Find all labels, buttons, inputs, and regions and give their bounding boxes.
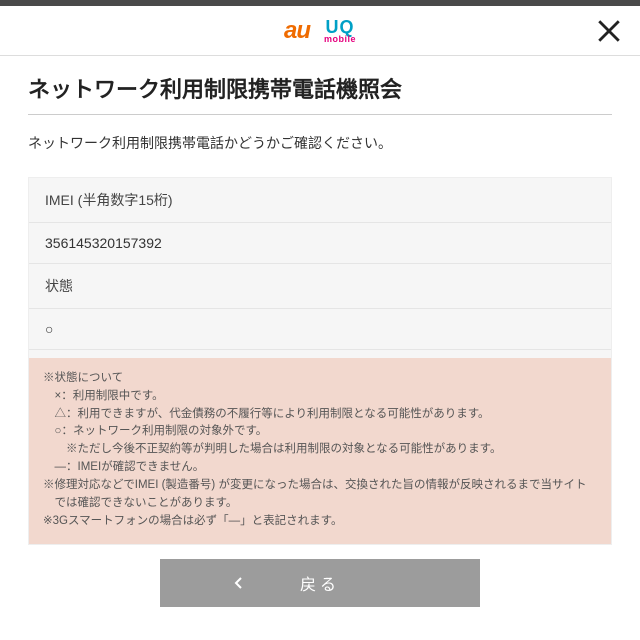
back-button-label: 戻る xyxy=(300,571,340,595)
notice-triangle: △：利用できますが、代金債務の不履行等により利用制限となる可能性があります。 xyxy=(43,406,597,424)
imei-value: 356145320157392 xyxy=(29,223,611,264)
notice-head: ※状態について xyxy=(43,370,597,388)
header: au UQ mobile xyxy=(0,6,640,56)
notice-3g: ※3Gスマートフォンの場合は必ず「―」と表記されます。 xyxy=(43,513,597,531)
logo-group: au UQ mobile xyxy=(284,17,356,45)
notice-box: ※状態について ×：利用制限中です。 △：利用できますが、代金債務の不履行等によ… xyxy=(29,358,611,544)
page-title: ネットワーク利用制限携帯電話機照会 xyxy=(28,56,612,115)
result-card: IMEI (半角数字15桁) 356145320157392 状態 ○ ※状態に… xyxy=(28,177,612,545)
uq-mobile-logo: UQ mobile xyxy=(324,18,356,44)
notice-dash: ―：IMEIが確認できません。 xyxy=(43,459,597,477)
lead-text: ネットワーク利用制限携帯電話かどうかご確認ください。 xyxy=(28,115,612,177)
page-body: ネットワーク利用制限携帯電話機照会 ネットワーク利用制限携帯電話かどうかご確認く… xyxy=(0,56,640,607)
back-arrow-icon xyxy=(232,576,246,590)
status-value: ○ xyxy=(29,309,611,350)
close-icon xyxy=(596,18,622,44)
notice-x: ×：利用制限中です。 xyxy=(43,388,597,406)
uq-logo-bottom: mobile xyxy=(324,35,356,44)
notice-circle-sub: ※ただし今後不正契約等が判明した場合は利用制限の対象となる可能性があります。 xyxy=(43,441,597,459)
imei-label: IMEI (半角数字15桁) xyxy=(29,178,611,223)
back-button[interactable]: 戻る xyxy=(160,559,480,607)
notice-repair: ※修理対応などでIMEI (製造番号) が変更になった場合は、交換された旨の情報… xyxy=(43,477,597,513)
close-button[interactable] xyxy=(592,14,626,48)
notice-circle: ○：ネットワーク利用制限の対象外です。 xyxy=(43,423,597,441)
status-label: 状態 xyxy=(29,264,611,309)
uq-logo-top: UQ xyxy=(326,18,355,36)
au-logo: au xyxy=(284,17,310,45)
button-row: 戻る xyxy=(28,559,612,607)
